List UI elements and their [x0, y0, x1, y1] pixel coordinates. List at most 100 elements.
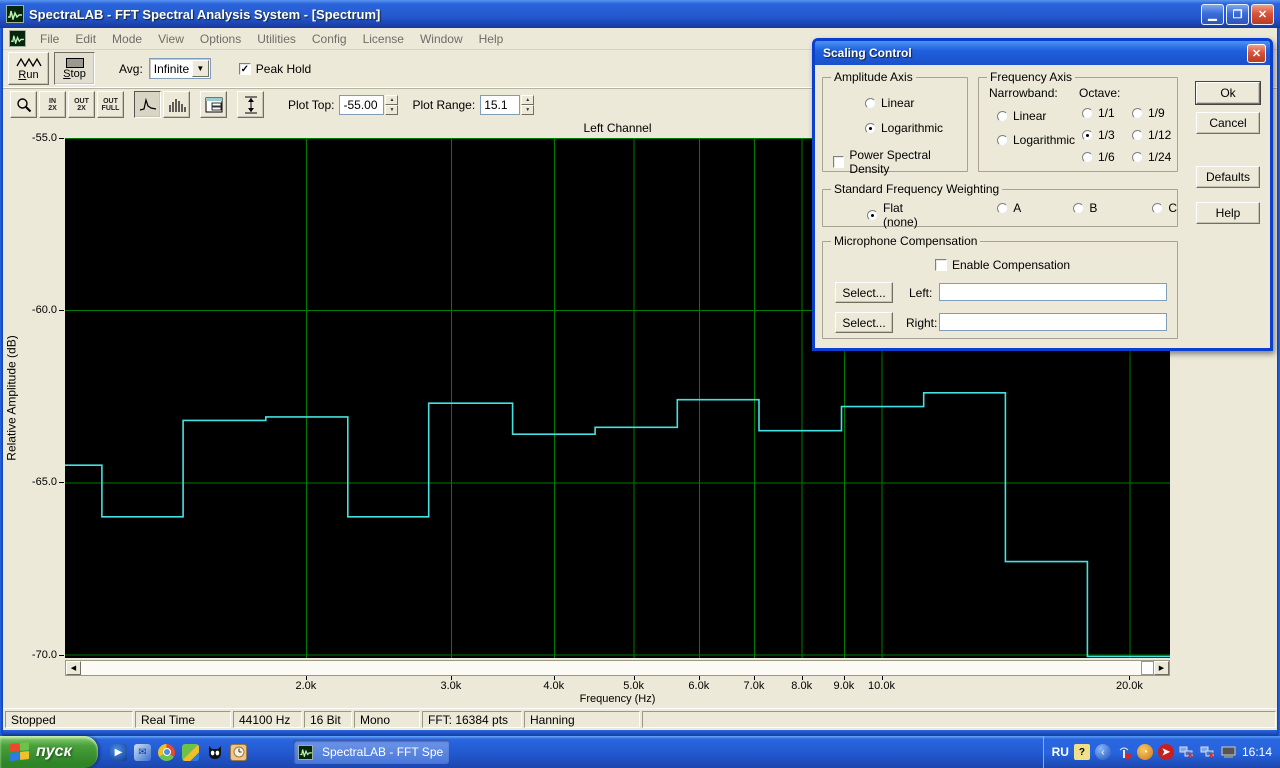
x-tick-8.0k: 8.0k: [791, 680, 812, 692]
menu-window[interactable]: Window: [412, 29, 471, 49]
dialog-close-icon[interactable]: ✕: [1247, 44, 1266, 63]
help-button[interactable]: Help: [1196, 202, 1260, 224]
avg-combo[interactable]: Infinite ▼: [149, 58, 211, 79]
quicklaunch-chrome-icon[interactable]: [158, 744, 175, 761]
stop-icon: [66, 58, 84, 68]
quicklaunch-mail-icon[interactable]: ✉: [134, 744, 151, 761]
octave-1-24-radio[interactable]: 1/24: [1132, 150, 1182, 164]
horizontal-scrollbar[interactable]: ◀ ▶: [65, 660, 1170, 676]
peak-hold-checkbox-box[interactable]: [239, 63, 251, 75]
minimize-button[interactable]: ▁: [1201, 4, 1224, 25]
tray-network-disconnected2-icon[interactable]: ✕: [1200, 744, 1216, 760]
windows-flag-icon: [10, 742, 30, 762]
run-button[interactable]: Run: [8, 52, 49, 85]
defaults-button[interactable]: Defaults: [1196, 166, 1260, 188]
menu-license[interactable]: License: [355, 29, 412, 49]
menu-mode[interactable]: Mode: [104, 29, 150, 49]
maximize-button[interactable]: ❐: [1226, 4, 1249, 25]
menu-view[interactable]: View: [150, 29, 192, 49]
plot-top-input[interactable]: [339, 95, 384, 115]
status-segment-hanning: Hanning: [524, 711, 640, 728]
tray-network-disconnected-icon[interactable]: ✕: [1179, 744, 1195, 760]
zoom-out-2x-button[interactable]: OUT 2X: [68, 91, 95, 118]
peak-hold-label: Peak Hold: [256, 62, 311, 76]
quicklaunch-cat-icon[interactable]: [206, 744, 223, 761]
scaling-control-dialog: Scaling Control ✕ Amplitude Axis LinearL…: [812, 38, 1273, 351]
chevron-down-icon[interactable]: ▼: [192, 60, 209, 77]
enable-compensation-checkbox[interactable]: Enable Compensation: [935, 258, 1070, 272]
scrollbar-thumb[interactable]: [1141, 661, 1154, 675]
svg-text:✕: ✕: [1208, 751, 1215, 759]
radio-icon: [1073, 203, 1084, 214]
x-tick-10.0k: 10.0k: [868, 680, 895, 692]
spin-up-icon[interactable]: ▲: [385, 95, 398, 105]
cancel-button[interactable]: Cancel: [1196, 112, 1260, 134]
plot-range-input[interactable]: [480, 95, 520, 115]
ok-button[interactable]: Ok: [1196, 82, 1260, 104]
octave-1-6-radio[interactable]: 1/6: [1082, 150, 1132, 164]
weighting-flat-none--radio[interactable]: Flat (none): [867, 201, 935, 229]
menu-config[interactable]: Config: [304, 29, 355, 49]
dialog-title-bar[interactable]: Scaling Control ✕: [815, 41, 1270, 65]
start-button[interactable]: пуск: [0, 736, 98, 768]
zoom-tool-button[interactable]: [10, 91, 37, 118]
quicklaunch-clock-icon[interactable]: [230, 744, 247, 761]
tray-help-icon[interactable]: ?: [1074, 744, 1090, 760]
menu-file[interactable]: File: [32, 29, 67, 49]
narrowband-logarithmic-radio[interactable]: Logarithmic: [997, 133, 1075, 147]
plot-top-spinner[interactable]: ▲▼: [385, 95, 398, 115]
amplitude-linear-radio[interactable]: Linear: [865, 96, 943, 110]
tray-monitor-icon[interactable]: [1221, 744, 1237, 760]
bar-view-button[interactable]: [163, 91, 190, 118]
octave-1-1-radio[interactable]: 1/1: [1082, 106, 1132, 120]
select-right-button[interactable]: Select...: [835, 312, 893, 333]
plot-range-spinner[interactable]: ▲▼: [521, 95, 534, 115]
amplitude-logarithmic-radio[interactable]: Logarithmic: [865, 121, 943, 135]
spin-up-icon[interactable]: ▲: [521, 95, 534, 105]
spin-down-icon[interactable]: ▼: [521, 105, 534, 115]
frequency-axis-group: Frequency Axis Narrowband: Octave: Linea…: [978, 77, 1178, 172]
octave-1-12-radio[interactable]: 1/12: [1132, 128, 1182, 142]
weighting-c-radio[interactable]: C: [1152, 201, 1177, 215]
avg-value: Infinite: [150, 62, 192, 76]
weighting-group: Standard Frequency Weighting Flat (none)…: [822, 189, 1178, 227]
scroll-right-icon[interactable]: ▶: [1154, 661, 1169, 675]
spin-down-icon[interactable]: ▼: [385, 105, 398, 115]
display-options-button[interactable]: [200, 91, 227, 118]
zoom-in-2x-button[interactable]: IN 2X: [39, 91, 66, 118]
right-file-input[interactable]: [939, 313, 1167, 331]
language-indicator[interactable]: RU: [1052, 745, 1069, 759]
line-view-button[interactable]: [134, 91, 161, 118]
psd-checkbox-box[interactable]: [833, 156, 844, 168]
quicklaunch-photos-icon[interactable]: [182, 744, 199, 761]
enable-compensation-box[interactable]: [935, 259, 947, 271]
scroll-left-icon[interactable]: ◀: [66, 661, 81, 675]
autoscale-button[interactable]: [237, 91, 264, 118]
weighting-a-radio[interactable]: A: [997, 201, 1021, 215]
stop-button[interactable]: Stop: [54, 52, 95, 85]
menu-utilities[interactable]: Utilities: [249, 29, 304, 49]
quicklaunch-media-player-icon[interactable]: ▶: [110, 744, 127, 761]
tray-wireless-icon[interactable]: [1116, 744, 1132, 760]
zoom-out-full-button[interactable]: OUT FULL: [97, 91, 124, 118]
octave-1-9-radio[interactable]: 1/9: [1132, 106, 1182, 120]
left-file-input[interactable]: [939, 283, 1167, 301]
menu-options[interactable]: Options: [192, 29, 249, 49]
status-segment-44100-hz: 44100 Hz: [233, 711, 302, 728]
narrowband-linear-radio[interactable]: Linear: [997, 109, 1075, 123]
close-button[interactable]: ✕: [1251, 4, 1274, 25]
clock[interactable]: 16:14: [1242, 745, 1272, 759]
octave-1-3-radio[interactable]: 1/3: [1082, 128, 1132, 142]
weighting-b-radio[interactable]: B: [1073, 201, 1097, 215]
scrollbar-track[interactable]: [81, 661, 1154, 675]
select-left-button[interactable]: Select...: [835, 282, 893, 303]
peak-hold-checkbox[interactable]: Peak Hold: [239, 62, 311, 76]
taskbar-app-button[interactable]: SpectraLAB - FFT Spe...: [293, 740, 449, 764]
menu-edit[interactable]: Edit: [67, 29, 104, 49]
tray-orange-app-icon[interactable]: ◔: [1137, 744, 1153, 760]
tray-red-arrow-icon[interactable]: ➤: [1158, 744, 1174, 760]
x-tick-2.0k: 2.0k: [295, 680, 316, 692]
psd-checkbox[interactable]: Power Spectral Density: [833, 148, 967, 176]
tray-collapse-chevron-icon[interactable]: ‹: [1095, 744, 1111, 760]
menu-help[interactable]: Help: [471, 29, 512, 49]
